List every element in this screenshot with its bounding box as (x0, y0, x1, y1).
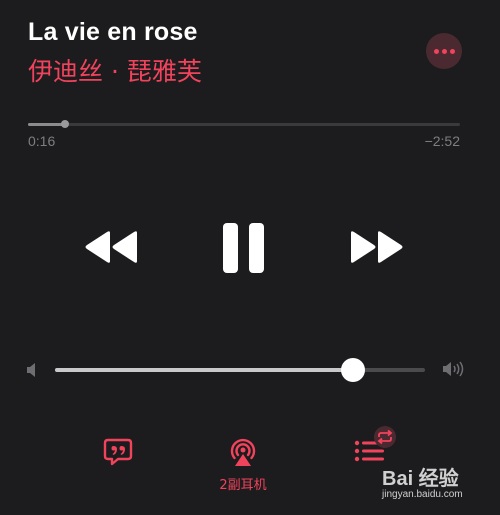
lyrics-icon[interactable] (103, 437, 133, 467)
song-title: La vie en rose (28, 18, 198, 46)
more-button[interactable] (426, 33, 462, 69)
progress-bar[interactable] (28, 120, 460, 128)
watermark-url: jingyan.baidu.com (382, 489, 463, 500)
volume-low-icon (27, 363, 35, 377)
fast-forward-icon[interactable] (348, 230, 404, 264)
volume-high-icon (443, 361, 464, 377)
volume-slider[interactable] (55, 358, 425, 382)
up-next-icon[interactable] (354, 425, 400, 467)
volume-fill (55, 368, 353, 372)
airplay-icon[interactable] (228, 436, 258, 468)
airplay-device-label[interactable]: 2副耳机 (219, 474, 266, 493)
elapsed-time: 0:16 (28, 133, 56, 149)
repeat-badge (374, 426, 396, 448)
volume-knob[interactable] (340, 358, 365, 382)
progress-fill (28, 123, 66, 126)
artist-name[interactable]: 伊迪丝 · 琵雅芙 (28, 52, 202, 88)
remaining-time: −2:52 (424, 133, 460, 149)
rewind-icon[interactable] (84, 230, 140, 264)
more-icon (433, 48, 439, 54)
watermark-logo: Bai 经验 (382, 468, 459, 490)
progress-knob[interactable] (61, 120, 70, 128)
pause-icon[interactable] (222, 222, 266, 274)
